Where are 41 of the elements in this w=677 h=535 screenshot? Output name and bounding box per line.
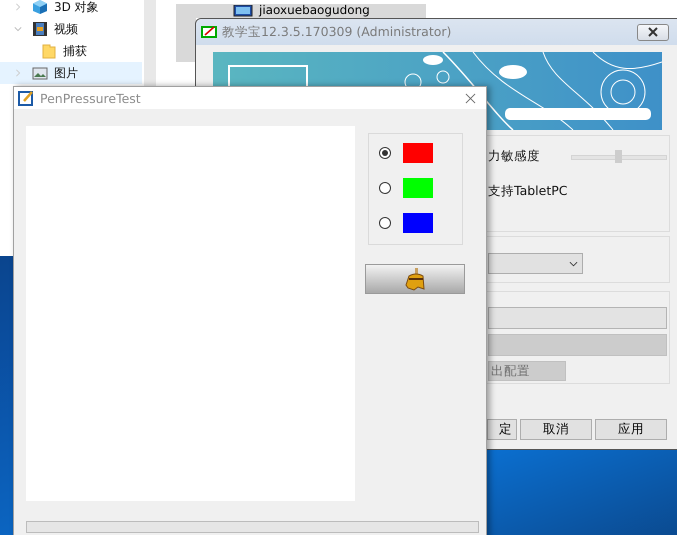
nav-label: 3D 对象 [54,0,99,16]
radio-button[interactable] [379,147,391,159]
dropdown[interactable] [488,253,583,274]
chevron-icon[interactable] [14,69,22,77]
nav-item[interactable]: 图片 [0,62,142,84]
close-icon[interactable] [465,92,476,104]
file-item[interactable]: jiaoxuebaogudong [176,4,426,18]
clear-button[interactable] [365,264,465,294]
pen-screen-icon [201,26,217,38]
sensitivity-label: 力敏感度 [488,148,540,165]
selection-highlight [176,18,196,62]
nav-label: 视频 [54,20,78,38]
nav-item[interactable]: 视频 [0,18,142,40]
film-icon [32,21,48,37]
nav-label: 图片 [54,64,78,82]
dialog-button[interactable]: 取消 [520,419,592,440]
nav-label: 捕获 [63,42,87,60]
radio-button[interactable] [379,217,391,229]
close-icon [648,27,658,37]
image-icon [32,65,48,81]
file-name: jiaoxuebaogudong [259,4,370,16]
nav-item[interactable]: 3D 对象 [0,0,142,18]
chevron-icon[interactable] [14,25,22,33]
pen-icon [18,90,34,106]
nav-item[interactable]: 捕获 [0,40,142,62]
monitor-icon [233,5,253,17]
folder-icon [41,43,57,59]
window-title: PenPressureTest [40,90,142,106]
sensitivity-slider[interactable] [571,150,667,164]
dialog-button[interactable]: 定 [487,419,517,440]
chevron-icon[interactable] [14,3,22,11]
cube-icon [32,0,48,15]
dialog-button[interactable]: 应用 [595,419,667,440]
chevron-down-icon [569,260,578,266]
tablet-label: 支持TabletPC [488,183,568,200]
slider-thumb[interactable] [615,150,622,162]
window-title: 教学宝12.3.5.170309 (Administrator) [222,24,452,40]
broom-icon [404,267,426,291]
input-field[interactable] [488,307,667,329]
close-button[interactable] [637,24,669,40]
radio-button[interactable] [379,182,391,194]
